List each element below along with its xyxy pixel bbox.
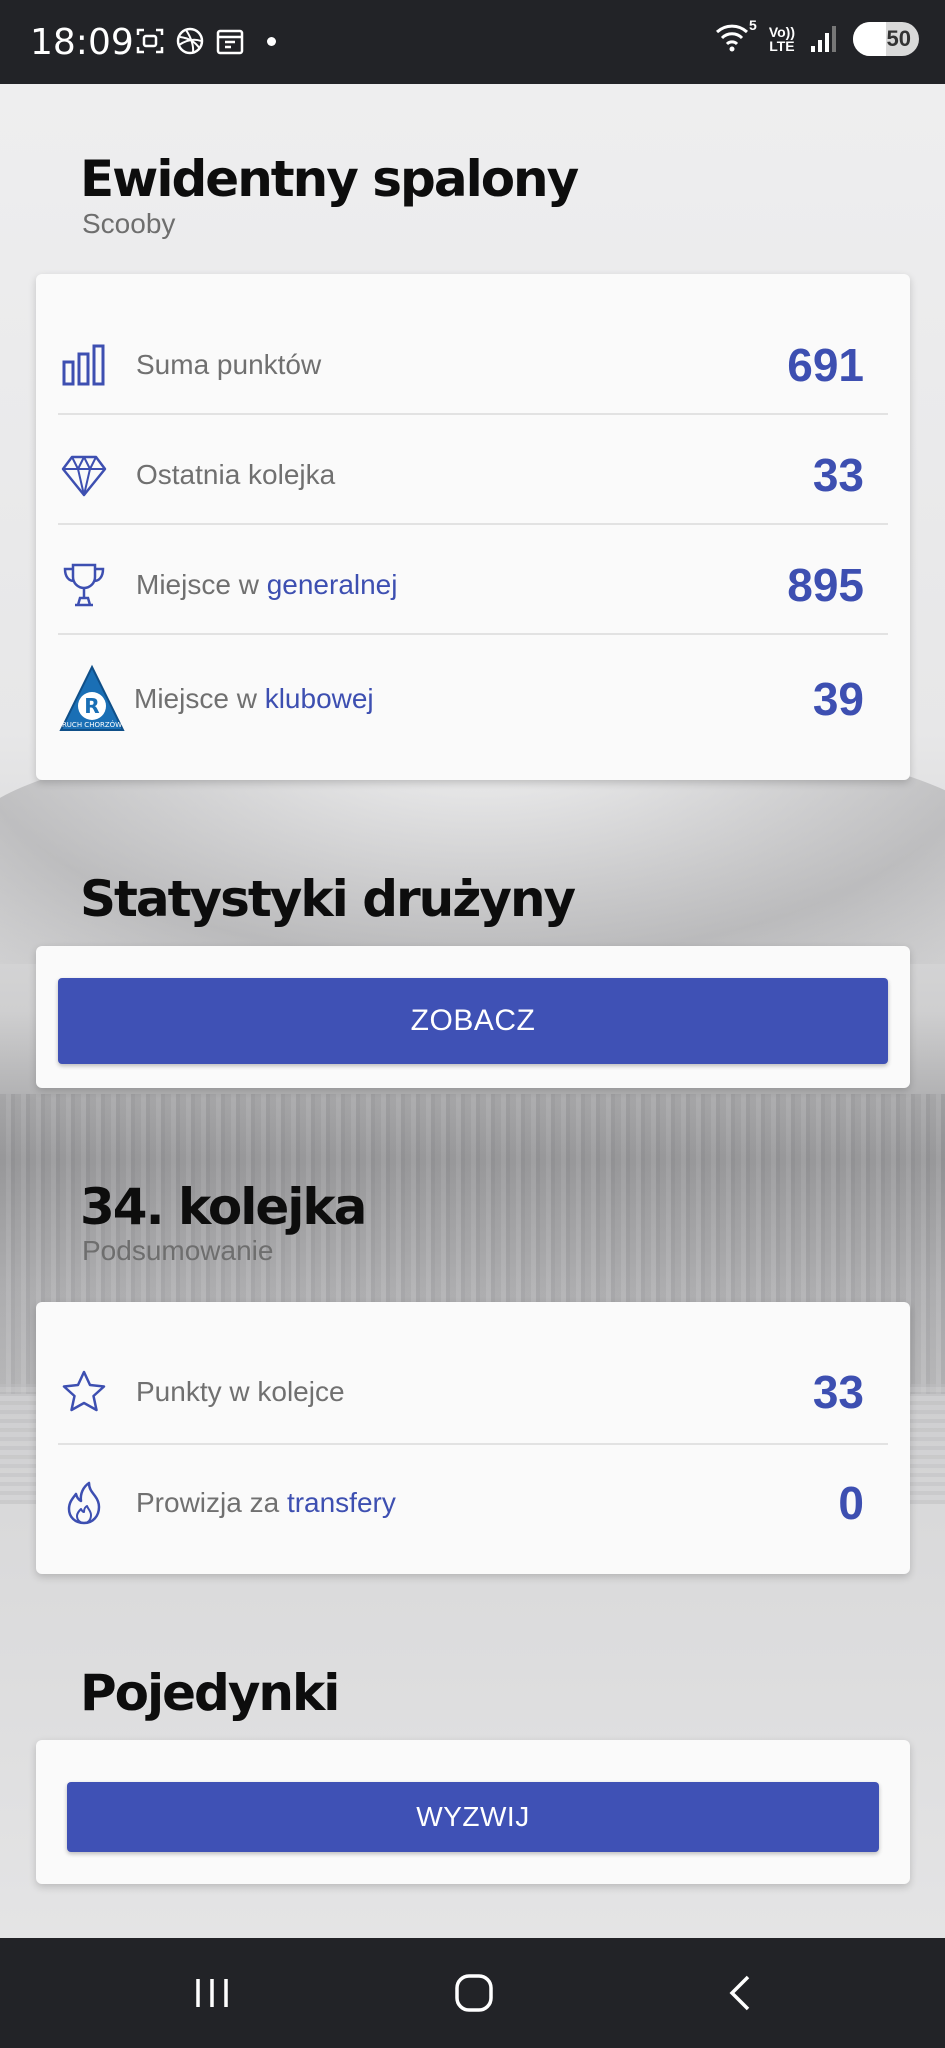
summary-value: 895 xyxy=(787,559,864,611)
round-label: Punkty w kolejce xyxy=(136,1376,345,1407)
round-subtitle: Podsumowanie xyxy=(82,1235,274,1266)
see-team-stats-button[interactable]: ZOBACZ xyxy=(58,978,888,1064)
navigation-bar xyxy=(0,1938,945,2048)
divider xyxy=(58,1443,888,1445)
round-value: 33 xyxy=(812,1366,864,1418)
summary-label: Miejsce w klubowej xyxy=(134,683,374,714)
battery-icon: 50 xyxy=(853,22,919,56)
club-ranking-link[interactable]: klubowej xyxy=(265,683,374,714)
page-title: Ewidentny spalony xyxy=(80,150,579,208)
recent-apps-button[interactable] xyxy=(182,1968,242,2018)
summary-label: Suma punktów xyxy=(136,349,322,380)
divider xyxy=(58,523,888,525)
recent-apps-icon xyxy=(196,1979,228,2007)
team-stats-card: ZOBACZ xyxy=(36,946,910,1088)
team-stats-title: Statystyki drużyny xyxy=(80,870,576,928)
summary-value: 691 xyxy=(787,339,864,391)
signal-icon xyxy=(811,26,836,52)
round-row-points: Punkty w kolejce 33 xyxy=(58,1337,888,1447)
round-card: Punkty w kolejce 33 Prowizja za transfer… xyxy=(36,1302,910,1574)
svg-text:R: R xyxy=(84,694,99,718)
status-bar: 18:09 5 Vo)) LTE 50 xyxy=(0,0,945,84)
duels-title: Pojedynki xyxy=(80,1664,340,1722)
bar-chart-icon xyxy=(58,339,110,391)
round-row-transfers[interactable]: Prowizja za transfery 0 xyxy=(58,1448,888,1558)
volte-icon: Vo)) LTE xyxy=(768,24,795,54)
summary-card: Suma punktów 691 Ostatnia kolejka 33 Mie… xyxy=(36,274,910,780)
round-label: Prowizja za transfery xyxy=(136,1487,396,1518)
back-button[interactable] xyxy=(710,1968,770,2018)
summary-row-general-rank[interactable]: Miejsce w generalnej 895 xyxy=(58,530,888,640)
summary-value: 33 xyxy=(812,449,864,501)
round-title: 34. kolejka xyxy=(80,1178,367,1236)
challenge-button[interactable]: WYZWIJ xyxy=(67,1782,879,1852)
page-subtitle: Scooby xyxy=(82,208,176,239)
trophy-icon xyxy=(58,559,110,611)
flame-icon xyxy=(58,1477,110,1529)
divider xyxy=(58,633,888,635)
notification-dot xyxy=(267,36,276,46)
status-time: 18:09 xyxy=(30,22,134,63)
screenshot-icon xyxy=(136,28,164,54)
dribbble-icon xyxy=(176,27,204,55)
calendar-icon xyxy=(216,29,244,55)
summary-row-points: Suma punktów 691 xyxy=(58,310,888,420)
club-crest-icon: R RUCH CHORZÓW xyxy=(56,663,128,735)
summary-label: Miejsce w generalnej xyxy=(136,569,398,600)
transfers-link[interactable]: transfery xyxy=(287,1487,396,1518)
svg-text:RUCH CHORZÓW: RUCH CHORZÓW xyxy=(62,720,122,729)
home-button[interactable] xyxy=(444,1968,504,2018)
divider xyxy=(58,413,888,415)
star-icon xyxy=(58,1366,110,1418)
back-icon xyxy=(729,1975,750,2011)
summary-value: 39 xyxy=(812,673,864,725)
home-icon xyxy=(455,1974,493,2012)
duels-card: WYZWIJ xyxy=(36,1740,910,1884)
summary-label: Ostatnia kolejka xyxy=(136,459,336,490)
summary-row-last-round: Ostatnia kolejka 33 xyxy=(58,420,888,530)
general-ranking-link[interactable]: generalnej xyxy=(267,569,398,600)
wifi-5-icon: 5 xyxy=(715,18,757,56)
round-value: 0 xyxy=(838,1477,864,1529)
status-icons-left xyxy=(135,26,276,56)
summary-row-club-rank[interactable]: R RUCH CHORZÓW Miejsce w klubowej 39 xyxy=(58,644,888,754)
status-icons-right: 5 Vo)) LTE 50 xyxy=(715,18,919,56)
diamond-icon xyxy=(58,449,110,501)
